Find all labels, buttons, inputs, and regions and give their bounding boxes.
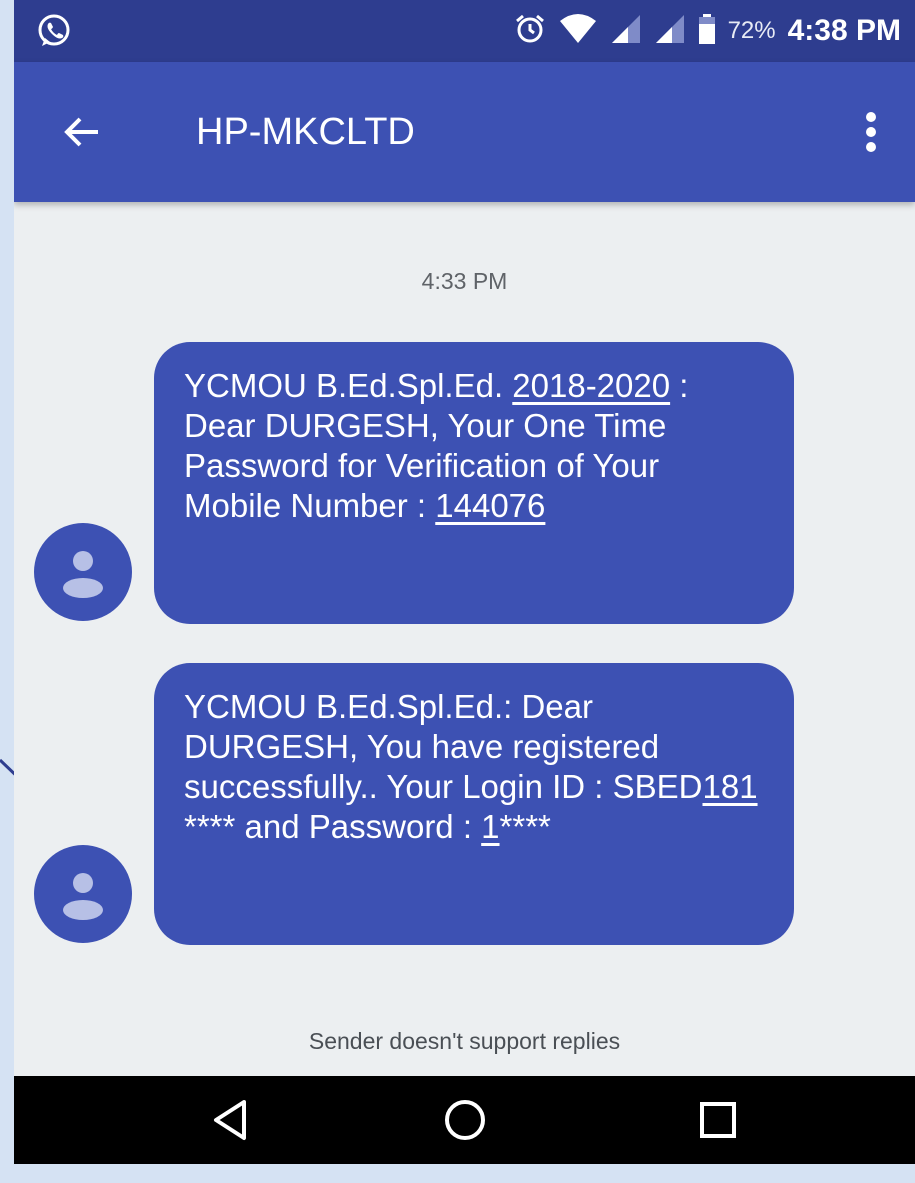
signal-icon bbox=[654, 13, 686, 50]
battery-icon bbox=[698, 13, 716, 50]
alarm-icon bbox=[514, 13, 546, 50]
message-link[interactable]: 2018-2020 bbox=[512, 367, 670, 404]
person-icon bbox=[63, 873, 103, 920]
message-text: **** and Password : bbox=[184, 808, 482, 845]
phone-screen: 72% 4:38 PM HP-MKCLTD 4:33 PM YCMOU B.Ed… bbox=[14, 0, 915, 1164]
sender-avatar[interactable] bbox=[34, 845, 132, 943]
status-indicators: 72% 4:38 PM bbox=[514, 0, 901, 62]
message-bubble[interactable]: YCMOU B.Ed.Spl.Ed. 2018-2020 : Dear DURG… bbox=[154, 342, 794, 624]
message-text: YCMOU B.Ed.Spl.Ed. bbox=[184, 367, 513, 404]
app-bar: HP-MKCLTD bbox=[14, 62, 915, 202]
message-link[interactable]: 1 bbox=[481, 808, 499, 845]
overflow-menu-icon bbox=[866, 112, 876, 152]
signal-icon bbox=[610, 13, 642, 50]
back-arrow-icon bbox=[64, 117, 98, 147]
back-button[interactable] bbox=[54, 104, 110, 160]
message-text: YCMOU B.Ed.Spl.Ed.: Dear DURGESH, You ha… bbox=[184, 688, 703, 805]
overflow-menu-button[interactable] bbox=[849, 104, 893, 160]
nav-home-icon bbox=[445, 1100, 485, 1140]
sender-avatar[interactable] bbox=[34, 523, 132, 621]
wifi-icon bbox=[558, 13, 598, 50]
message-link[interactable]: 144076 bbox=[435, 487, 545, 524]
nav-recents-button[interactable] bbox=[688, 1090, 748, 1150]
message-timestamp: 4:33 PM bbox=[421, 268, 508, 294]
nav-home-button[interactable] bbox=[435, 1090, 495, 1150]
nav-back-button[interactable] bbox=[200, 1090, 260, 1150]
slide-frame-bottom bbox=[0, 1164, 915, 1183]
navigation-bar bbox=[14, 1076, 915, 1164]
reply-unsupported-note: Sender doesn't support replies bbox=[308, 1028, 621, 1054]
message-text: **** bbox=[499, 808, 551, 845]
battery-percentage: 72% bbox=[727, 17, 776, 44]
person-icon bbox=[63, 551, 103, 598]
nav-recents-icon bbox=[700, 1102, 736, 1138]
conversation-title: HP-MKCLTD bbox=[196, 111, 415, 153]
nav-back-icon bbox=[214, 1100, 246, 1140]
status-clock: 4:38 PM bbox=[787, 14, 901, 47]
message-bubble[interactable]: YCMOU B.Ed.Spl.Ed.: Dear DURGESH, You ha… bbox=[154, 663, 794, 945]
slide-frame-left bbox=[0, 0, 14, 1183]
status-bar: 72% 4:38 PM bbox=[14, 0, 915, 62]
message-link[interactable]: 181 bbox=[702, 768, 757, 805]
whatsapp-icon bbox=[36, 0, 72, 62]
